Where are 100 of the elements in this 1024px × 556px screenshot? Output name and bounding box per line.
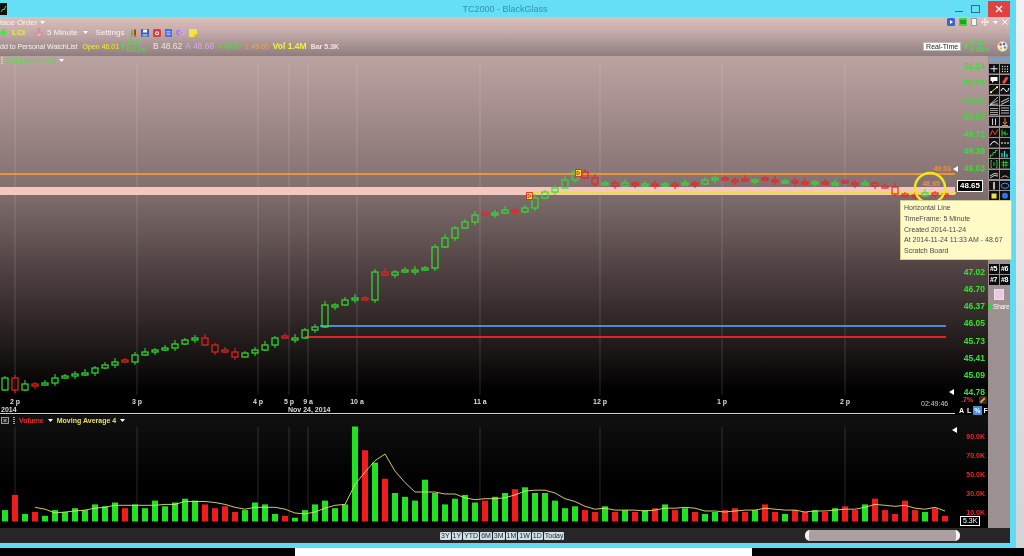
volume-bar <box>702 513 708 522</box>
volume-bar <box>892 513 898 522</box>
level-lines-icon[interactable] <box>999 106 1010 116</box>
crosshair-icon[interactable] <box>988 64 999 74</box>
volume-bar <box>432 493 438 522</box>
price-tick-label: 50.78 <box>963 78 985 88</box>
up-arrow-icon <box>964 43 969 49</box>
volume-bar <box>662 504 668 522</box>
ellipse-icon[interactable] <box>999 180 1010 191</box>
volume-bar <box>922 512 928 522</box>
volume-bar <box>842 506 848 522</box>
volume-bar <box>122 508 128 522</box>
volume-bar <box>642 510 648 522</box>
volume-bar <box>912 510 918 522</box>
volume-bar <box>142 508 148 522</box>
volume-bar <box>722 510 728 522</box>
caret-icon[interactable] <box>47 419 53 422</box>
camera-icon[interactable] <box>153 28 162 37</box>
volume-bar <box>242 510 248 522</box>
volume-bar <box>492 496 498 522</box>
save-icon[interactable] <box>141 28 150 37</box>
grid-tile-icon[interactable] <box>959 18 967 26</box>
volume-bar <box>412 500 418 522</box>
vertical-lines-icon[interactable] <box>988 116 999 127</box>
volume-bar <box>602 506 608 522</box>
volume-bar <box>792 510 798 522</box>
circle-icon[interactable] <box>999 191 1010 201</box>
bracket-icon[interactable] <box>988 159 999 169</box>
square-icon[interactable] <box>988 191 999 201</box>
volume-bar <box>302 510 308 522</box>
caret-icon[interactable] <box>120 419 126 422</box>
volume-bar <box>762 504 768 522</box>
volume-bar <box>862 504 868 522</box>
volume-bar <box>112 502 118 522</box>
volume-bar <box>822 512 828 522</box>
volume-bar <box>92 504 98 522</box>
volume-bar <box>552 500 558 522</box>
volume-bar <box>502 493 508 522</box>
page-icon[interactable] <box>971 18 977 26</box>
step-chart-icon[interactable] <box>988 148 999 159</box>
ask-price: A 48.66 <box>185 41 215 51</box>
up-arrow-icon <box>121 43 126 49</box>
ribbon-icon[interactable] <box>988 169 999 180</box>
volume-bar <box>772 512 778 522</box>
curve-icon[interactable] <box>988 138 999 148</box>
pointer-icon <box>949 389 954 395</box>
zigzag-icon[interactable] <box>988 127 999 138</box>
scrollbar[interactable] <box>805 530 960 541</box>
step-lines-icon[interactable] <box>999 127 1010 138</box>
vertical-bar-icon[interactable] <box>988 180 999 191</box>
close-button[interactable] <box>988 0 1010 17</box>
window-tile-icon[interactable] <box>947 18 955 26</box>
pointer-icon <box>953 166 958 172</box>
volume-bar <box>732 508 738 522</box>
palette-icon[interactable] <box>997 40 1008 52</box>
volume-bar <box>262 504 268 522</box>
share-icon <box>988 303 992 309</box>
horizontal-lines-icon[interactable] <box>988 106 999 116</box>
speech-bubble-icon[interactable] <box>988 74 999 85</box>
volume-bar <box>802 512 808 522</box>
pencil-icon[interactable] <box>979 396 987 404</box>
arc-icon[interactable] <box>999 169 1010 180</box>
price-tick-label: 45.73 <box>963 335 985 346</box>
volume-bar <box>932 508 938 522</box>
volume-bar <box>882 510 888 522</box>
price-tick-label: 46.37 <box>963 301 985 312</box>
eraser-icon[interactable] <box>999 74 1010 85</box>
grid-icon[interactable] <box>999 159 1010 169</box>
volume-bar <box>712 512 718 522</box>
color-swatch-icon[interactable] <box>994 288 1004 300</box>
volume-bar <box>692 512 698 522</box>
volume-bar <box>312 504 318 522</box>
down-arrow-icon[interactable] <box>999 116 1010 127</box>
volume-bar <box>282 515 288 522</box>
dotted-grid-icon[interactable] <box>999 64 1010 74</box>
volume-bar <box>562 508 568 522</box>
volume-bar <box>72 508 78 522</box>
close-icon[interactable] <box>1 417 9 424</box>
price-tick-label: 44.78 <box>963 387 985 397</box>
price-tick-label: 46.70 <box>963 284 985 295</box>
volume-bar <box>342 504 348 522</box>
volume-bar <box>322 500 328 522</box>
drag-handle-icon[interactable] <box>1 57 3 64</box>
price-tick-label: 49.03 <box>963 163 985 173</box>
volume-bar <box>442 504 448 522</box>
volume-bar <box>612 512 618 522</box>
bar-chart-icon[interactable] <box>999 148 1010 159</box>
volume-total: Vol 1.4M <box>272 41 307 51</box>
price-tick-label: 50.07 <box>963 112 985 122</box>
wave-icon[interactable] <box>999 85 1010 95</box>
volume-bar <box>632 512 638 522</box>
trend-line-icon[interactable] <box>988 85 999 95</box>
volume-bar <box>472 502 478 522</box>
drag-handle-icon[interactable] <box>13 417 15 424</box>
maximize-icon[interactable] <box>971 4 980 13</box>
volume-bar <box>102 506 108 522</box>
volume-bar <box>372 462 378 522</box>
volume-bar <box>362 450 368 522</box>
fan-lines-icon[interactable] <box>988 95 999 106</box>
volume-bar <box>152 500 158 522</box>
